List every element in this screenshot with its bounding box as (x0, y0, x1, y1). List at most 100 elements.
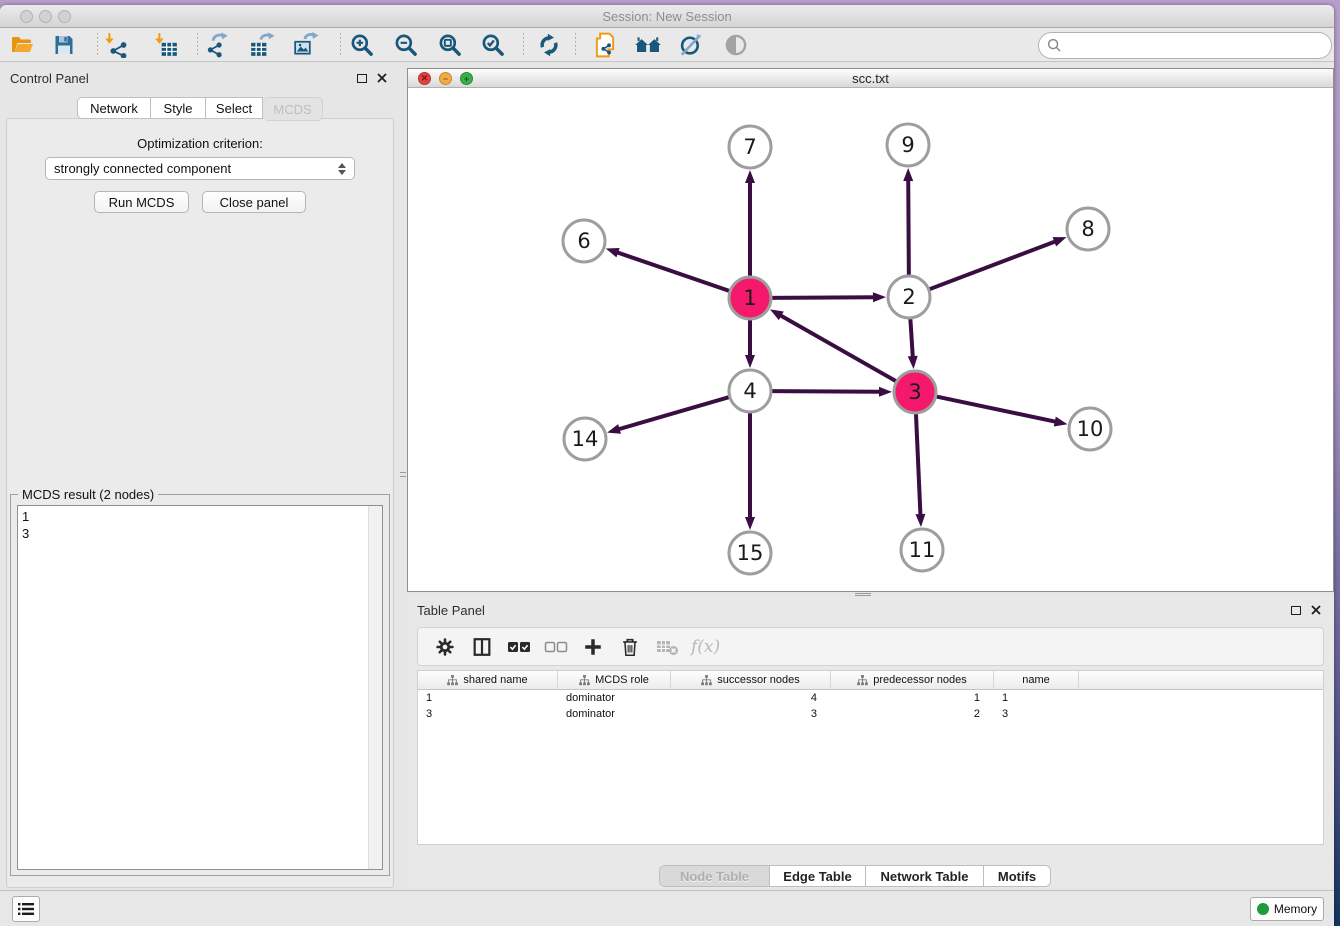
graph-edge-arrow (606, 248, 620, 257)
table-settings-button[interactable] (430, 632, 460, 662)
memory-label: Memory (1274, 902, 1317, 916)
graph-node-label: 4 (743, 379, 756, 403)
graph-edge-2-8[interactable] (930, 241, 1057, 289)
deselect-all-button[interactable] (541, 632, 571, 662)
memory-button[interactable]: Memory (1250, 897, 1324, 921)
toolbar-separator (197, 33, 198, 57)
zoom-in-icon (349, 32, 375, 58)
close-panel-icon[interactable] (376, 72, 388, 84)
graph-edge-4-14[interactable] (618, 397, 729, 429)
network-graph: 1234678910111415 (408, 88, 1333, 591)
export-image-button[interactable] (289, 30, 323, 60)
import-network-button[interactable] (99, 30, 133, 60)
graph-edge-arrow (908, 356, 918, 369)
open-session-button[interactable] (5, 30, 39, 60)
titlebar: Session: New Session (0, 5, 1334, 28)
network-canvas[interactable]: 1234678910111415 (408, 88, 1333, 591)
tab-style[interactable]: Style (151, 97, 206, 119)
tab-network-table[interactable]: Network Table (866, 866, 984, 886)
table-tabs: Node TableEdge TableNetwork TableMotifs (659, 865, 1051, 887)
zoom-selected-button[interactable] (476, 30, 510, 60)
task-history-button[interactable] (12, 896, 40, 922)
mcds-result-text: 1 3 (18, 506, 366, 869)
column-header-MCDS-role[interactable]: MCDS role (558, 671, 671, 689)
result-scrollbar[interactable] (368, 506, 382, 869)
export-table-button[interactable] (245, 30, 279, 60)
optimization-criterion-label: Optimization criterion: (0, 136, 400, 151)
table-panel-title: Table Panel (417, 603, 485, 618)
graph-edge-arrow (1054, 417, 1068, 427)
table-cell[interactable]: dominator (558, 690, 671, 706)
show-hide-button[interactable] (719, 30, 753, 60)
table-cell[interactable]: 2 (831, 706, 994, 722)
table-body: 1dominator4113dominator323 (418, 690, 1323, 722)
graph-edge-4-3[interactable] (772, 391, 881, 392)
column-header-shared-name[interactable]: shared name (418, 671, 558, 689)
graph-edge-3-1[interactable] (780, 315, 896, 381)
split-view-button[interactable] (467, 632, 497, 662)
tab-network[interactable]: Network (77, 97, 151, 119)
column-header-predecessor-nodes[interactable]: predecessor nodes (831, 671, 994, 689)
zoom-fit-button[interactable] (433, 30, 467, 60)
table-cell[interactable]: 1 (994, 690, 1079, 706)
mcds-result-title: MCDS result (2 nodes) (18, 487, 158, 502)
tab-node-table[interactable]: Node Table (660, 866, 770, 886)
apply-style-button[interactable] (674, 30, 708, 60)
export-network-button[interactable] (201, 30, 235, 60)
tab-edge-table[interactable]: Edge Table (770, 866, 866, 886)
import-table-icon (153, 32, 179, 58)
table-cell[interactable]: 3 (418, 706, 558, 722)
table-row[interactable]: 1dominator411 (418, 690, 1323, 706)
add-column-button[interactable] (578, 632, 608, 662)
criterion-select[interactable]: strongly connected component (45, 157, 355, 180)
toolbar-separator (575, 33, 576, 57)
graph-edge-2-3[interactable] (910, 319, 912, 358)
graph-edge-1-2[interactable] (772, 297, 875, 298)
column-header-filler (1079, 671, 1323, 689)
zoom-out-button[interactable] (389, 30, 423, 60)
float-panel-icon[interactable] (1291, 606, 1301, 615)
table-cell[interactable]: dominator (558, 706, 671, 722)
tab-select[interactable]: Select (206, 97, 263, 119)
table-cell[interactable]: 3 (994, 706, 1079, 722)
mcds-result-box[interactable]: 1 3 (17, 505, 383, 870)
table-panel: Table Panel (407, 596, 1334, 888)
home-button[interactable] (631, 30, 665, 60)
node-table: shared nameMCDS rolesuccessor nodesprede… (417, 670, 1324, 845)
toolbar-separator (523, 33, 524, 57)
graph-edge-2-9[interactable] (908, 179, 909, 275)
column-header-successor-nodes[interactable]: successor nodes (671, 671, 831, 689)
run-mcds-button[interactable]: Run MCDS (94, 191, 189, 213)
main-toolbar (0, 28, 1334, 62)
close-panel-icon[interactable] (1310, 604, 1322, 616)
vertical-splitter[interactable] (400, 465, 406, 483)
import-table-button[interactable] (149, 30, 183, 60)
function-builder-label: f(x) (691, 637, 720, 657)
table-cell[interactable]: 3 (671, 706, 831, 722)
table-toolbar: f(x) (417, 627, 1324, 666)
delete-column-button[interactable] (615, 632, 645, 662)
refresh-button[interactable] (532, 30, 566, 60)
table-cell[interactable]: 1 (418, 690, 558, 706)
close-panel-button[interactable]: Close panel (202, 191, 306, 213)
select-all-button[interactable] (504, 632, 534, 662)
search-box[interactable] (1038, 32, 1332, 59)
graph-edge-3-11[interactable] (916, 414, 921, 516)
column-header-name[interactable]: name (994, 671, 1079, 689)
zoom-in-button[interactable] (345, 30, 379, 60)
home-icon (634, 33, 662, 57)
function-builder-button[interactable]: f(x) (689, 632, 720, 662)
float-panel-icon[interactable] (357, 74, 367, 83)
table-cell[interactable]: 1 (831, 690, 994, 706)
tab-motifs[interactable]: Motifs (984, 866, 1050, 886)
clone-network-button[interactable] (588, 30, 622, 60)
graph-edge-3-10[interactable] (937, 397, 1057, 422)
graph-edge-1-6[interactable] (616, 252, 729, 291)
zoom-selected-icon (480, 32, 506, 58)
delete-table-button[interactable] (652, 632, 682, 662)
table-cell[interactable]: 4 (671, 690, 831, 706)
search-input[interactable] (1067, 38, 1331, 53)
table-row[interactable]: 3dominator323 (418, 706, 1323, 722)
save-session-button[interactable] (47, 30, 81, 60)
tab-mcds[interactable]: MCDS (263, 97, 323, 121)
